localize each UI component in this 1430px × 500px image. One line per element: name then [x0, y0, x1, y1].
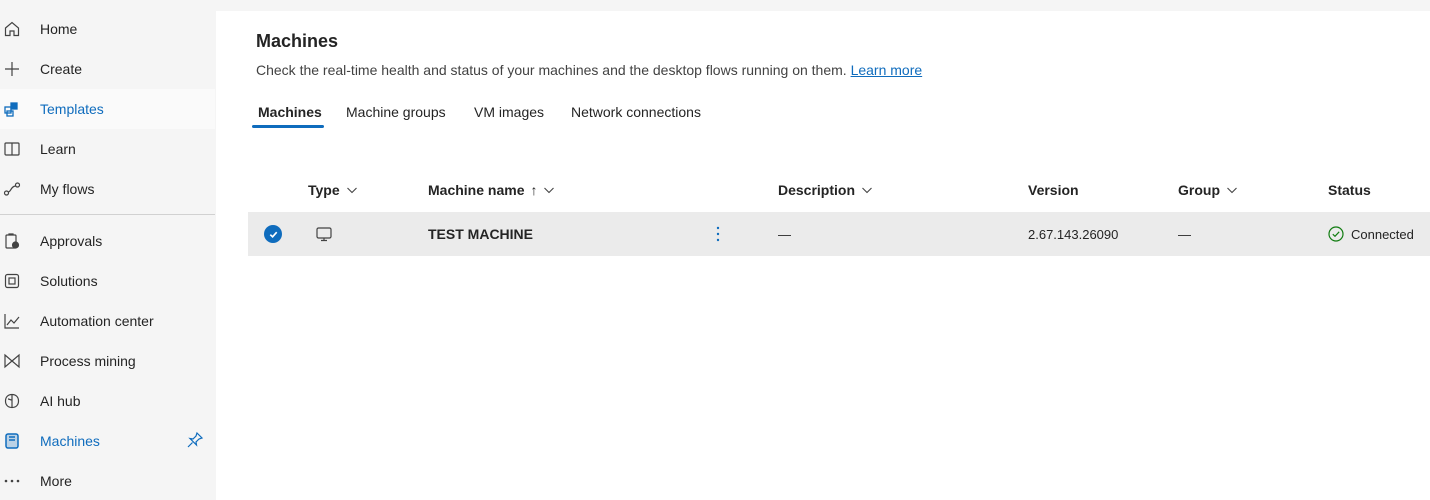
chevron-down-icon [544, 187, 555, 194]
column-header-machine-name[interactable]: Machine name ↑ [428, 182, 555, 198]
sidebar-item-label: Create [40, 61, 83, 77]
chevron-down-icon [346, 187, 357, 194]
sidebar-item-label: Home [40, 21, 78, 37]
sidebar-item-learn[interactable]: Learn [0, 129, 215, 169]
sidebar-item-label: Templates [40, 101, 104, 117]
sidebar-item-process-mining[interactable]: Process mining [0, 341, 215, 381]
chevron-down-icon [862, 187, 872, 194]
checkmark-circle-icon [264, 225, 282, 243]
sidebar-item-label: My flows [40, 181, 95, 197]
sidebar-item-label: AI hub [40, 393, 81, 409]
home-icon [3, 20, 21, 38]
sidebar-item-label: Machines [40, 433, 100, 449]
group-cell: — [1178, 226, 1191, 242]
plus-icon [3, 60, 21, 78]
flow-icon [3, 180, 21, 198]
description-cell: — [778, 226, 791, 242]
column-header-label: Version [1028, 182, 1079, 198]
book-icon [3, 140, 21, 158]
sidebar-item-solutions[interactable]: Solutions [0, 261, 215, 301]
more-icon [3, 472, 21, 490]
main-content: Machines Check the real-time health and … [216, 11, 1430, 500]
column-header-label: Type [308, 182, 340, 198]
page-title: Machines [256, 31, 339, 51]
sidebar-item-home[interactable]: Home [0, 9, 215, 49]
status-cell: Connected [1328, 212, 1414, 256]
more-vertical-icon [716, 226, 720, 242]
column-header-label: Status [1328, 182, 1371, 198]
sidebar-item-label: Process mining [40, 353, 136, 369]
description-text: Check the real-time health and status of… [256, 62, 847, 78]
desktop-icon [316, 227, 332, 242]
chevron-down-icon [1227, 187, 1237, 194]
machine-name-cell[interactable]: TEST MACHINE [428, 212, 533, 256]
column-header-description[interactable]: Description [778, 182, 873, 198]
sidebar-divider [0, 214, 215, 215]
page-description: Check the real-time health and status of… [256, 62, 922, 78]
connected-status-icon [1328, 226, 1344, 242]
sort-ascending-icon: ↑ [530, 182, 538, 198]
chart-line-icon [3, 312, 21, 330]
sidebar-item-label: Learn [40, 141, 76, 157]
sidebar-item-label: Automation center [40, 313, 154, 329]
tab-machine-groups[interactable]: Machine groups [346, 104, 446, 128]
sidebar-item-approvals[interactable]: Approvals [0, 221, 215, 261]
brain-icon [3, 392, 21, 410]
status-text: Connected [1351, 226, 1414, 242]
machine-type-cell [315, 212, 333, 256]
active-tab-indicator [252, 125, 324, 128]
column-header-label: Description [778, 182, 856, 198]
process-mining-icon [3, 352, 21, 370]
row-more-button[interactable] [715, 212, 721, 256]
sidebar: Home Create Templates Learn My flows App… [0, 0, 215, 500]
sidebar-item-create[interactable]: Create [0, 49, 215, 89]
table-row[interactable]: TEST MACHINE — 2.67.143.26090 — Connecte… [248, 212, 1430, 256]
column-header-version[interactable]: Version [1028, 182, 1079, 198]
learn-more-link[interactable]: Learn more [851, 62, 923, 78]
tab-vm-images[interactable]: VM images [474, 104, 544, 128]
sidebar-item-label: More [40, 473, 72, 489]
sidebar-item-my-flows[interactable]: My flows [0, 169, 215, 209]
column-header-label: Group [1178, 182, 1220, 198]
version-cell: 2.67.143.26090 [1028, 226, 1119, 242]
column-header-type[interactable]: Type [308, 182, 358, 198]
sidebar-item-label: Solutions [40, 273, 98, 289]
sidebar-item-templates[interactable]: Templates [0, 89, 215, 129]
column-header-status[interactable]: Status [1328, 182, 1371, 198]
column-header-group[interactable]: Group [1178, 182, 1238, 198]
solutions-icon [3, 272, 21, 290]
sidebar-item-ai-hub[interactable]: AI hub [0, 381, 215, 421]
pin-icon[interactable] [186, 431, 204, 449]
sidebar-item-machines[interactable]: Machines [0, 421, 215, 461]
row-select-checkbox[interactable] [264, 212, 282, 256]
sidebar-item-automation-center[interactable]: Automation center [0, 301, 215, 341]
tab-network-connections[interactable]: Network connections [571, 104, 701, 128]
sidebar-item-label: Approvals [40, 233, 103, 249]
templates-icon [3, 100, 21, 118]
approvals-icon [3, 232, 21, 250]
column-header-label: Machine name [428, 182, 525, 198]
machine-icon [3, 432, 21, 450]
sidebar-item-more[interactable]: More [0, 461, 215, 500]
